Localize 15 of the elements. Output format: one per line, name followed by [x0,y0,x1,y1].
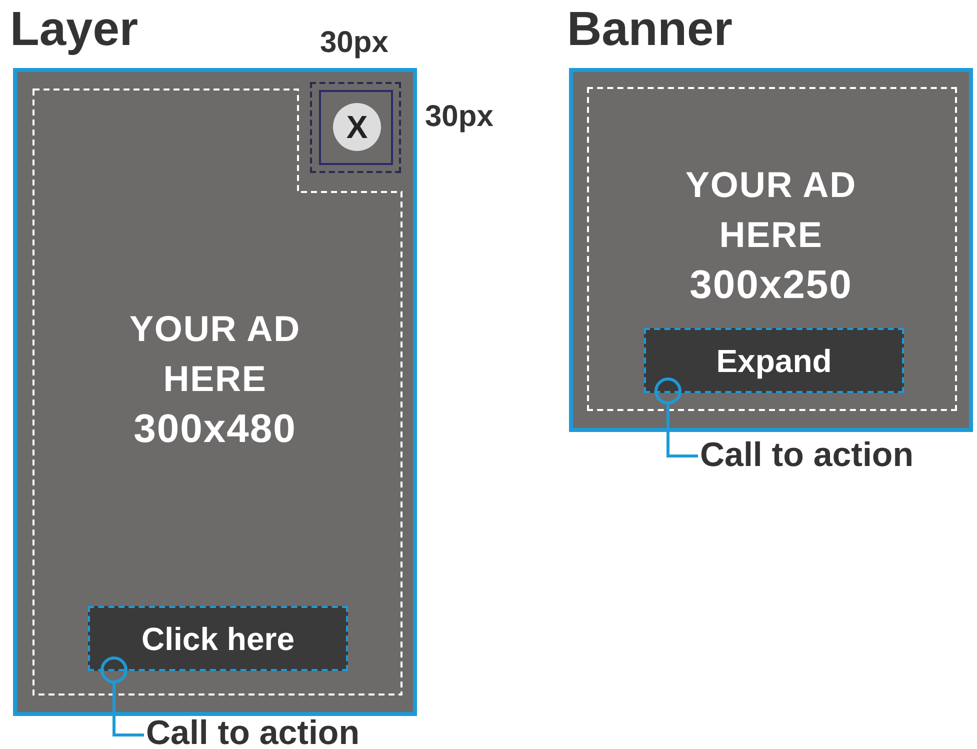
cta-button[interactable]: Click here [88,606,348,671]
layer-title: Layer [10,2,138,58]
height-label: 30px [425,100,494,134]
cta-button[interactable]: Expand [644,328,904,393]
ad-text: 300x480 [134,406,296,453]
width-label: 30px [320,26,388,60]
ad-text: YOUR AD [130,307,300,351]
callout-label: Call to action [700,436,914,474]
close-button[interactable]: X [333,103,381,151]
ad-text: YOUR AD [686,163,856,207]
ad-text: HERE [163,357,267,401]
banner-title: Banner [567,2,732,58]
ad-text: HERE [719,213,823,257]
ad-text: 300x250 [690,262,852,309]
callout-label: Call to action [146,714,360,749]
